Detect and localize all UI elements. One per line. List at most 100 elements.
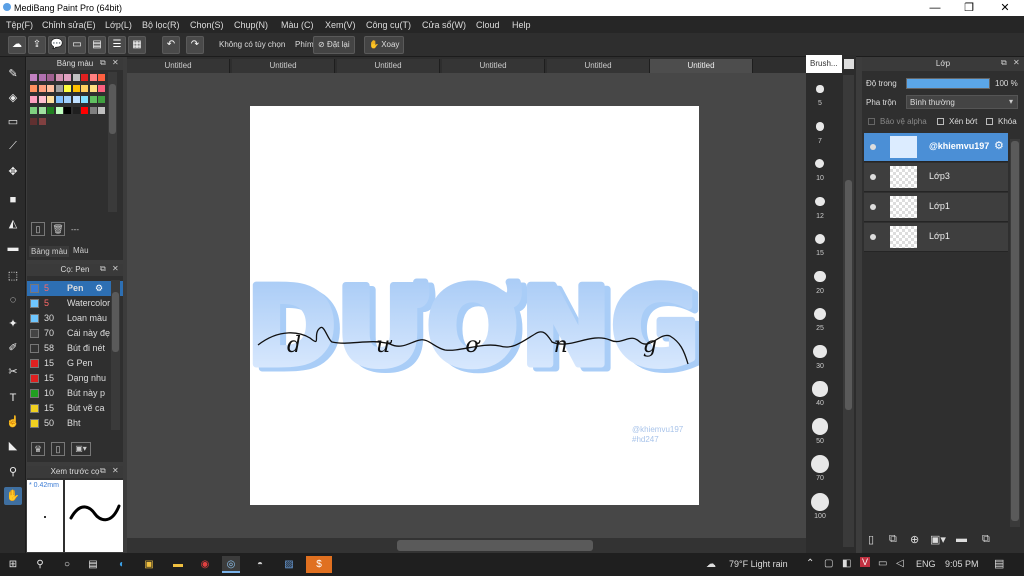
brush-menu-icon[interactable]: ▣▾ <box>71 442 91 456</box>
clip-checkbox[interactable] <box>937 118 944 125</box>
color-swatch[interactable] <box>38 118 46 125</box>
app-icon-2[interactable]: $ <box>306 556 332 573</box>
visibility-icon[interactable] <box>870 234 876 240</box>
protect-alpha-checkbox[interactable] <box>868 118 875 125</box>
brush-size-dot[interactable] <box>816 85 824 93</box>
close-button[interactable]: ✕ <box>988 0 1022 16</box>
menu-select[interactable]: Chọn(S) <box>190 20 224 30</box>
visibility-icon[interactable] <box>870 204 876 210</box>
color-swatch[interactable] <box>72 74 80 81</box>
brush-size-dot[interactable] <box>812 381 828 397</box>
divide-tool-icon[interactable]: ◣ <box>4 437 22 455</box>
color-swatch[interactable] <box>89 74 97 81</box>
color-swatch[interactable] <box>38 74 46 81</box>
move-tool-icon[interactable]: ✥ <box>4 163 22 181</box>
color-swatch[interactable] <box>64 74 71 81</box>
layer-scrollbar[interactable] <box>1010 139 1020 527</box>
color-swatch[interactable] <box>30 96 37 103</box>
new-layer-icon[interactable]: ▯ <box>868 533 874 546</box>
visibility-icon[interactable] <box>870 174 876 180</box>
select-pen-tool-icon[interactable]: ✐ <box>4 339 22 357</box>
color-swatch[interactable] <box>98 85 105 92</box>
trash-icon[interactable]: 🗑 <box>51 222 65 236</box>
merge-layer-icon[interactable]: ⊕ <box>910 533 919 546</box>
message-icon[interactable]: ▭ <box>68 36 86 54</box>
color-swatch[interactable] <box>64 107 71 114</box>
gear-icon[interactable]: ⚙ <box>95 281 103 296</box>
color-swatch[interactable] <box>89 85 97 92</box>
chevron-up-icon[interactable]: ⌃ <box>806 558 814 569</box>
task-view-icon[interactable]: ○ <box>58 556 76 573</box>
undock-preview-icon[interactable]: ⧉ <box>100 466 106 476</box>
brush-item[interactable]: 70 Cái này đẹ <box>27 326 123 341</box>
file-explorer-icon[interactable]: ▬ <box>169 556 187 573</box>
tab-canvas-1[interactable]: Untitled <box>127 59 230 73</box>
edge-icon[interactable]: ◐ <box>113 556 131 573</box>
color-swatch[interactable] <box>72 107 80 114</box>
blend-select[interactable]: Bình thường ▾ <box>906 95 1018 109</box>
color-swatch[interactable] <box>30 118 37 125</box>
menu-cloud[interactable]: Cloud <box>476 20 500 30</box>
color-swatch[interactable] <box>98 96 105 103</box>
brush-item[interactable]: 50 Bht <box>27 416 123 431</box>
menu-window[interactable]: Cửa sổ(W) <box>422 20 466 30</box>
hand-tool-icon[interactable]: ✋ <box>4 487 22 505</box>
undock-layer-icon[interactable]: ⧉ <box>1001 58 1007 68</box>
store-icon[interactable]: ▣ <box>140 556 158 573</box>
tab-color[interactable]: Màu <box>73 246 89 255</box>
folder-icon[interactable]: ▬ <box>956 533 967 545</box>
tab-canvas-6[interactable]: Untitled <box>650 59 753 73</box>
brush-size-dot[interactable] <box>815 159 825 169</box>
line-tool-icon[interactable]: ⟋ <box>4 137 22 155</box>
search-icon[interactable]: ⚲ <box>31 556 49 573</box>
color-swatch[interactable] <box>89 107 97 114</box>
color-swatch[interactable] <box>55 74 63 81</box>
document-icon[interactable]: ▤ <box>88 36 106 54</box>
chrome-icon[interactable]: ◉ <box>196 556 214 573</box>
volume-icon[interactable]: ◁ <box>896 558 904 569</box>
language-indicator[interactable]: ENG <box>916 559 936 569</box>
color-swatch[interactable] <box>30 74 37 81</box>
new-palette-icon[interactable]: ▯ <box>31 222 45 236</box>
visibility-icon[interactable] <box>870 144 876 150</box>
close-preview-icon[interactable]: ✕ <box>112 466 119 475</box>
menu-view[interactable]: Xem(V) <box>325 20 356 30</box>
layer-gear-icon[interactable]: ⚙ <box>994 139 1004 152</box>
brush-size-dot[interactable] <box>814 233 826 245</box>
brush-size-dot[interactable] <box>811 418 829 435</box>
photos-icon[interactable]: ▨ <box>280 556 298 573</box>
brush-item[interactable]: 30 Loan màu <box>27 311 123 326</box>
fill-rect-tool-icon[interactable]: ■ <box>4 191 22 209</box>
brush-size-dot[interactable] <box>813 344 827 359</box>
layer-row[interactable]: Lớp3 <box>864 163 1008 192</box>
color-swatch[interactable] <box>81 96 88 103</box>
layer-row[interactable]: Lớp1 <box>864 193 1008 222</box>
brush-item[interactable]: 15 Dạng nhu <box>27 371 123 386</box>
magic-wand-tool-icon[interactable]: ✦ <box>4 315 22 333</box>
brush-size-dot[interactable] <box>811 455 829 473</box>
color-swatch[interactable] <box>55 85 63 92</box>
color-swatch[interactable] <box>38 85 46 92</box>
color-swatch[interactable] <box>30 107 37 114</box>
close-layer-icon[interactable]: ✕ <box>1013 58 1020 67</box>
brush-item[interactable]: 5 Watercolor <box>27 296 123 311</box>
select-eraser-tool-icon[interactable]: ✂ <box>4 363 22 381</box>
menu-file[interactable]: Tệp(F) <box>6 20 33 30</box>
color-swatch[interactable] <box>81 74 88 81</box>
tab-canvas-2[interactable]: Untitled <box>232 59 335 73</box>
list-icon[interactable]: ☰ <box>108 36 126 54</box>
canvas-h-scrollbar[interactable] <box>127 538 806 553</box>
tab-canvas-3[interactable]: Untitled <box>337 59 440 73</box>
color-swatch[interactable] <box>72 85 80 92</box>
brush-size-dot[interactable] <box>811 492 829 511</box>
color-swatch[interactable] <box>98 74 105 81</box>
color-swatch[interactable] <box>55 107 63 114</box>
brush-size-dot[interactable] <box>815 196 825 207</box>
maximize-button[interactable]: ❐ <box>952 0 986 16</box>
reset-button[interactable]: ⊘ Đặt lại <box>313 36 355 54</box>
menu-filter[interactable]: Bộ lọc(R) <box>142 20 180 30</box>
tray-icon-3[interactable]: V <box>860 557 871 567</box>
tab-canvas-5[interactable]: Untitled <box>547 59 650 73</box>
brush-new-icon[interactable]: ▯ <box>51 442 65 456</box>
brush-size-close-icon[interactable] <box>844 59 854 69</box>
